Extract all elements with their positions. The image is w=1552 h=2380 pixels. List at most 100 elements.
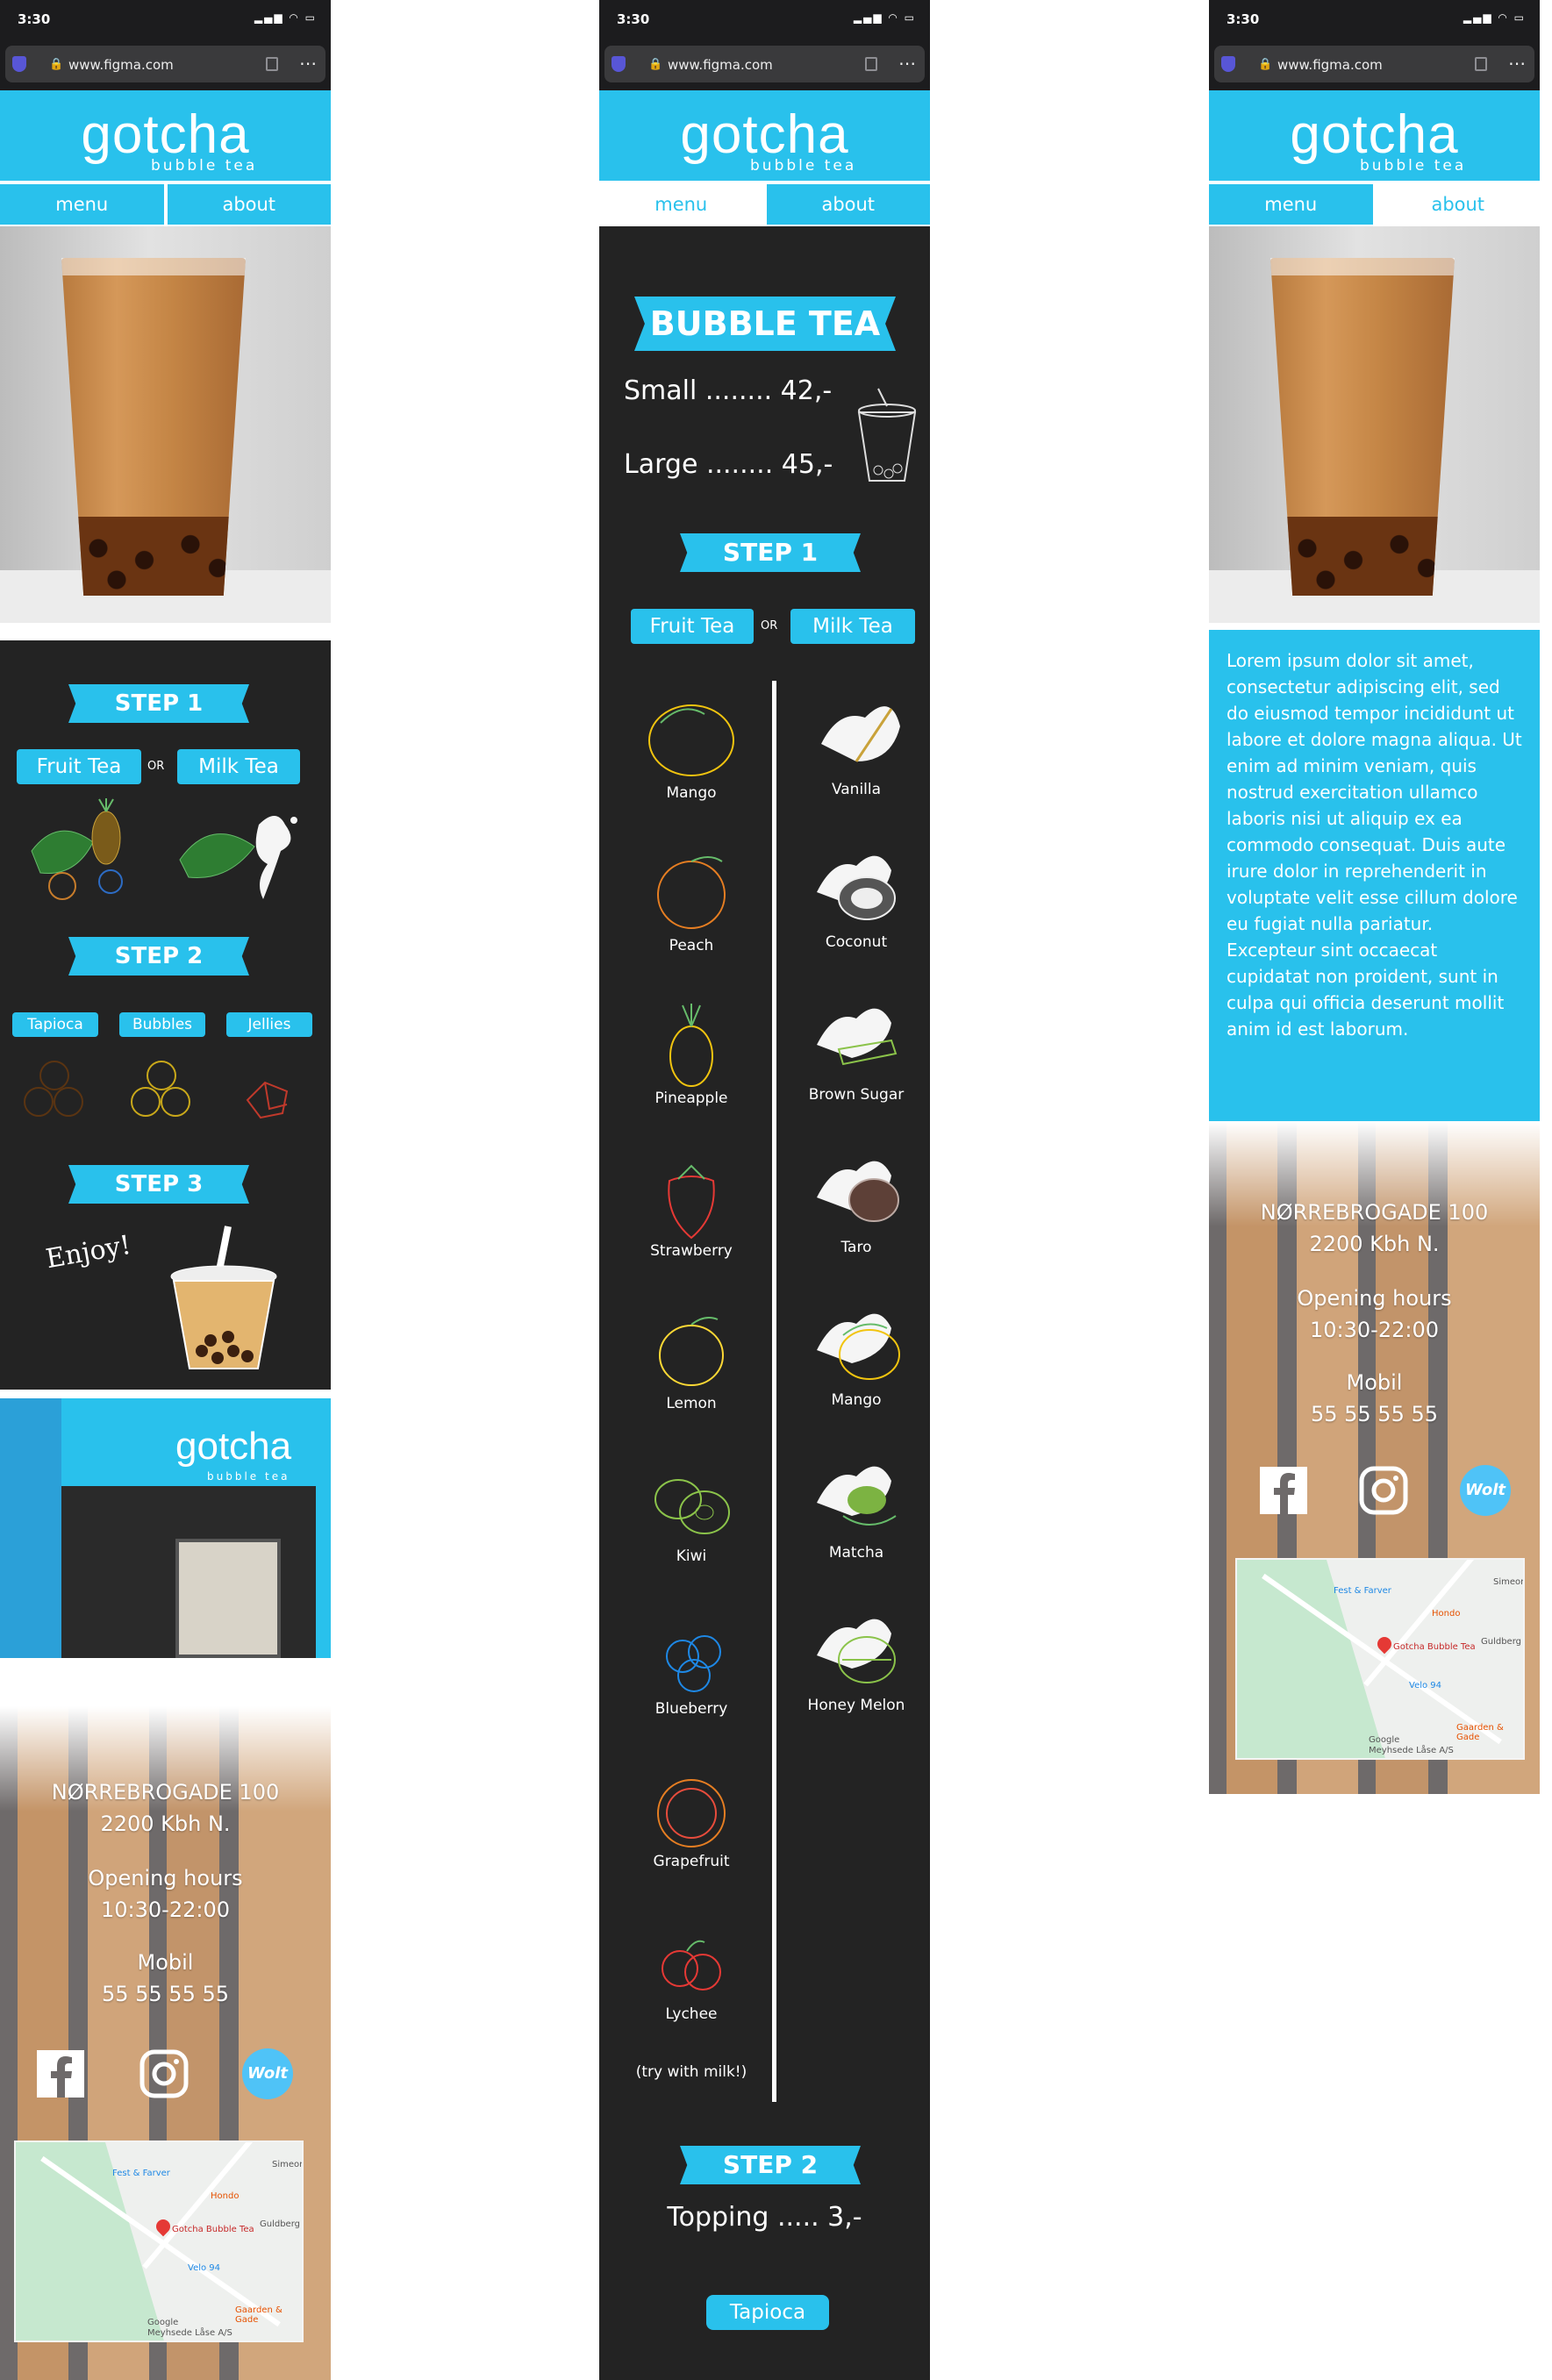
fruit-item-mango[interactable]: Mango <box>626 697 757 802</box>
map-label-fest: Fest & Farver <box>112 2169 170 2178</box>
url-field[interactable]: 🔒 www.figma.com ⋯ <box>5 46 325 82</box>
url-text: www.figma.com <box>1277 57 1383 73</box>
status-time: 3:30 <box>1227 11 1260 27</box>
or-text: OR <box>147 760 165 773</box>
phone-home-screen: 3:30 ▂▄▆ ◠ ▭ 🔒 www.figma.com ⋯ gotcha bu… <box>0 0 331 2380</box>
milk-tea-cup <box>1270 258 1455 596</box>
more-icon[interactable]: ⋯ <box>1508 53 1526 74</box>
header-logo[interactable]: gotcha bubble tea <box>599 90 930 181</box>
fruit-item-grapefruit[interactable]: Grapefruit <box>626 1765 757 1870</box>
milk-item-vanilla[interactable]: Vanilla <box>790 691 922 798</box>
browser-url-bar: 🔒 www.figma.com ⋯ <box>599 42 930 90</box>
logo-subtitle: bubble tea <box>151 157 258 175</box>
steps-panel: STEP 1 Fruit Tea OR Milk Tea STEP 2 Tapi… <box>0 640 331 1390</box>
nav-menu-tab[interactable]: menu <box>1209 184 1373 225</box>
menu-column-divider <box>772 681 776 2102</box>
status-bar: 3:30 ▂▄▆ ◠ ▭ <box>599 0 930 42</box>
menu-fruit-tea-pill: Fruit Tea <box>631 609 754 644</box>
map-label-guldberg: Guldberg <box>1481 1637 1521 1647</box>
signal-wifi-battery-icons: ▂▄▆ ◠ ▭ <box>254 11 317 24</box>
nav-about-tab[interactable]: about <box>1376 184 1540 225</box>
fruit-item-strawberry[interactable]: Strawberry <box>626 1154 757 1260</box>
browser-url-bar: 🔒 www.figma.com ⋯ <box>0 42 331 90</box>
more-icon[interactable]: ⋯ <box>299 53 317 74</box>
map-label-gaarden: Gaarden & Gade <box>1456 1723 1504 1742</box>
contact-section: NØRREBROGADE 100 2200 Kbh N. Opening hou… <box>0 1706 331 2380</box>
tapioca-pill: Tapioca <box>12 1012 98 1037</box>
map-google-brand: Google <box>147 2318 179 2327</box>
fruit-item-blueberry[interactable]: Blueberry <box>626 1612 757 1718</box>
nav-menu-tab[interactable]: menu <box>599 184 763 225</box>
url-field[interactable]: 🔒 www.figma.com ⋯ <box>604 46 925 82</box>
fruit-item-pineapple[interactable]: Pineapple <box>626 1002 757 1107</box>
lychee-note: (try with milk!) <box>635 2063 747 2081</box>
mobil-value: 55 55 55 55 <box>101 1982 230 2006</box>
milk-item-honey-melon[interactable]: Honey Melon <box>790 1607 922 1714</box>
map-label-velo: Velo 94 <box>1409 1681 1442 1690</box>
shopfront-photo: gotcha bubble tea <box>0 1398 331 1658</box>
header-logo[interactable]: gotcha bubble tea <box>0 90 331 181</box>
address-line2: 2200 Kbh N. <box>1309 1232 1440 1256</box>
step3-ribbon: STEP 3 <box>68 1165 249 1204</box>
reader-icon[interactable] <box>1475 57 1487 71</box>
fruit-tea-pill: Fruit Tea <box>17 749 141 784</box>
wolt-icon[interactable]: Wolt <box>242 2048 293 2099</box>
fruit-item-peach[interactable]: Peach <box>626 849 757 954</box>
logo-text: gotcha <box>680 104 849 165</box>
milk-item-coconut[interactable]: Coconut <box>790 844 922 951</box>
url-text: www.figma.com <box>68 57 174 73</box>
location-map[interactable]: Gotcha Bubble Tea Fest & Farver Hondo Ve… <box>14 2141 304 2342</box>
map-label-hondo: Hondo <box>1432 1609 1461 1619</box>
hours-value: 10:30-22:00 <box>1310 1318 1439 1342</box>
enjoy-text: Enjoy! <box>43 1229 133 1276</box>
signal-wifi-battery-icons: ▂▄▆ ◠ ▭ <box>853 11 916 24</box>
reader-icon[interactable] <box>266 57 278 71</box>
menu-title-ribbon: BUBBLE TEA <box>634 297 896 351</box>
instagram-icon[interactable] <box>139 2048 190 2099</box>
reader-icon[interactable] <box>865 57 877 71</box>
shield-icon <box>612 56 626 72</box>
map-label-hondo: Hondo <box>211 2191 240 2201</box>
about-text: Lorem ipsum dolor sit amet, consectetur … <box>1209 630 1540 1121</box>
status-time: 3:30 <box>18 11 51 27</box>
phone-about-screen: 3:30 ▂▄▆ ◠ ▭ 🔒 www.figma.com ⋯ gotcha bu… <box>1209 0 1540 1794</box>
nav-about-tab[interactable]: about <box>766 184 930 225</box>
menu-step2-ribbon: STEP 2 <box>680 2146 861 2184</box>
fruit-item-lemon[interactable]: Lemon <box>626 1307 757 1412</box>
milk-item-brown-sugar[interactable]: Brown Sugar <box>790 997 922 1104</box>
map-label-meyhsede: Meyhsede Låse A/S <box>1369 1746 1454 1755</box>
facebook-icon[interactable] <box>35 2048 86 2099</box>
main-nav: menu about <box>0 181 331 226</box>
header-logo[interactable]: gotcha bubble tea <box>1209 90 1540 181</box>
fruit-item-kiwi[interactable]: Kiwi <box>626 1460 757 1565</box>
milk-item-mango[interactable]: Mango <box>790 1302 922 1409</box>
wolt-icon[interactable]: Wolt <box>1460 1465 1511 1516</box>
bubble-tea-cup-illustration <box>170 1226 277 1369</box>
nav-menu-tab[interactable]: menu <box>0 184 164 225</box>
map-label-guldberg: Guldberg <box>260 2219 300 2229</box>
nav-about-tab[interactable]: about <box>167 184 331 225</box>
instagram-icon[interactable] <box>1358 1465 1409 1516</box>
status-bar: 3:30 ▂▄▆ ◠ ▭ <box>1209 0 1540 42</box>
jellies-illustration <box>246 1081 289 1119</box>
status-bar: 3:30 ▂▄▆ ◠ ▭ <box>0 0 331 42</box>
milk-item-taro[interactable]: Taro <box>790 1149 922 1256</box>
facebook-icon[interactable] <box>1258 1465 1309 1516</box>
jellies-pill: Jellies <box>226 1012 312 1037</box>
fruit-item-lychee[interactable]: Lychee <box>626 1918 757 2023</box>
hero-bubble-tea-photo <box>0 226 331 623</box>
main-nav: menu about <box>599 181 930 226</box>
bubbles-illustration <box>131 1061 190 1117</box>
map-google-brand: Google <box>1369 1735 1400 1745</box>
shield-icon <box>12 56 26 72</box>
lock-icon: 🔒 <box>648 58 663 71</box>
map-label-gaarden: Gaarden & Gade <box>235 2305 283 2325</box>
url-text: www.figma.com <box>668 57 773 73</box>
hours-label: Opening hours <box>1297 1286 1452 1311</box>
location-map[interactable]: Gotcha Bubble Tea Fest & Farver Hondo Ve… <box>1235 1558 1525 1760</box>
url-field[interactable]: 🔒 www.figma.com ⋯ <box>1214 46 1534 82</box>
more-icon[interactable]: ⋯ <box>898 53 916 74</box>
milk-item-matcha[interactable]: Matcha <box>790 1454 922 1562</box>
topping-price: Topping ..... 3,- <box>667 2202 862 2233</box>
main-nav: menu about <box>1209 181 1540 226</box>
